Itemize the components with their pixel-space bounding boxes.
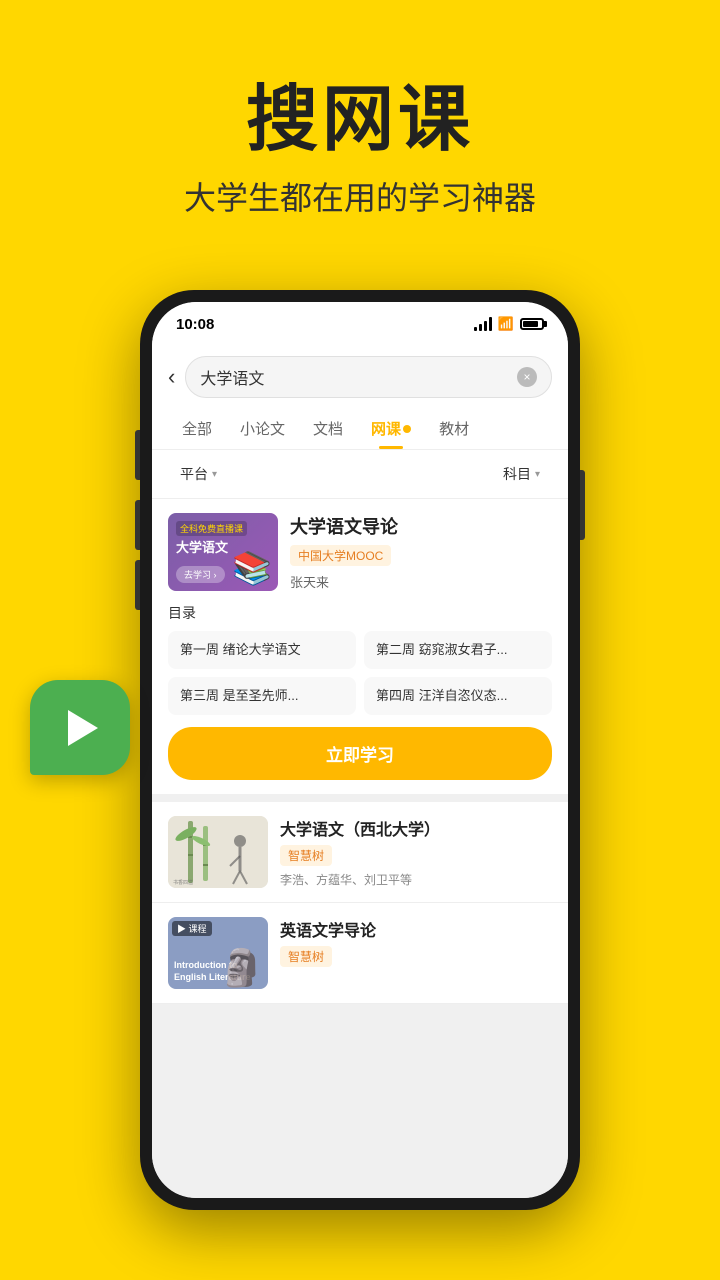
course-1-thumbnail[interactable]: 全科免费直播课 大学语文 去学习 › 📚 <box>168 513 278 591</box>
tab-bar: 全部 小论文 文档 网课 教材 <box>152 408 568 450</box>
toc-item-1[interactable]: 第一周 绪论大学语文 <box>168 631 356 669</box>
toc-item-2[interactable]: 第二周 窈窕淑女君子... <box>364 631 552 669</box>
search-box[interactable]: 大学语文 × <box>185 356 552 398</box>
tab-textbook[interactable]: 教材 <box>425 408 483 449</box>
course-1-title: 大学语文导论 <box>290 513 552 539</box>
tab-online-course[interactable]: 网课 <box>357 408 425 449</box>
course-item-2: 书香四溢 大学语文（西北大学） 智慧树 李浩、方蕴华、刘卫平等 <box>152 802 568 903</box>
course-2-platform[interactable]: 智慧树 <box>280 845 332 866</box>
course-1-author: 张天来 <box>290 572 552 591</box>
course-1-info: 大学语文导论 中国大学MOOC 张天来 <box>290 513 552 591</box>
toc-grid: 第一周 绪论大学语文 第二周 窈窕淑女君子... 第三周 是至圣先师... 第四… <box>168 631 552 715</box>
thumb-book-icon: 📚 <box>232 549 272 587</box>
status-icons: 📶 <box>474 316 544 332</box>
platform-filter[interactable]: 平台 ▾ <box>168 458 229 490</box>
subject-dropdown-icon: ▾ <box>535 469 540 480</box>
course-2-title: 大学语文（西北大学） <box>280 816 552 840</box>
wifi-icon: 📶 <box>498 316 514 332</box>
back-button[interactable]: ‹ <box>168 364 175 390</box>
thumb-badge-1: 全科免费直播课 <box>176 521 247 536</box>
course-item-3: ▶ 课程 Introduction toEnglish Literature 🗿… <box>152 903 568 1004</box>
status-bar: 10:08 📶 <box>152 302 568 346</box>
tab-document[interactable]: 文档 <box>299 408 357 449</box>
search-area: ‹ 大学语文 × <box>152 346 568 408</box>
course-2-thumbnail[interactable]: 书香四溢 <box>168 816 268 888</box>
clear-button[interactable]: × <box>517 367 537 387</box>
thumb-title-1: 大学语文 <box>176 540 228 557</box>
course-card-1: 全科免费直播课 大学语文 去学习 › 📚 大学语文导论 中国大学MOOC <box>152 499 568 794</box>
svg-text:书香四溢: 书香四溢 <box>173 879 193 886</box>
tab-essay[interactable]: 小论文 <box>226 408 299 449</box>
platform-dropdown-icon: ▾ <box>212 469 217 480</box>
thumb-cta-1: 去学习 › <box>176 566 225 583</box>
thumb-play-badge: ▶ 课程 <box>172 921 212 936</box>
course-2-author: 李浩、方蕴华、刘卫平等 <box>280 871 552 888</box>
status-time: 10:08 <box>176 316 214 333</box>
search-query: 大学语文 <box>200 365 509 389</box>
study-now-button[interactable]: 立即学习 <box>168 727 552 780</box>
course-3-info: 英语文学导论 智慧树 <box>280 917 552 989</box>
tab-active-badge <box>403 425 411 433</box>
battery-icon <box>520 318 544 330</box>
float-play-button[interactable] <box>30 680 130 775</box>
course-2-info: 大学语文（西北大学） 智慧树 李浩、方蕴华、刘卫平等 <box>280 816 552 888</box>
subject-filter[interactable]: 科目 ▾ <box>491 458 552 490</box>
statue-icon: 🗿 <box>219 947 264 989</box>
play-icon <box>68 710 98 746</box>
course-3-platform[interactable]: 智慧树 <box>280 946 332 967</box>
toc-item-3[interactable]: 第三周 是至圣先师... <box>168 677 356 715</box>
platform-label: 平台 <box>180 464 208 484</box>
course-1-platform[interactable]: 中国大学MOOC <box>290 545 391 566</box>
filter-row: 平台 ▾ 科目 ▾ <box>152 450 568 499</box>
app-title: 搜网课 <box>0 60 720 165</box>
toc-label: 目录 <box>168 603 552 623</box>
content-area: 全科免费直播课 大学语文 去学习 › 📚 大学语文导论 中国大学MOOC <box>152 499 568 1198</box>
signal-icon <box>474 317 492 331</box>
tab-all[interactable]: 全部 <box>168 408 226 449</box>
course-3-thumbnail[interactable]: ▶ 课程 Introduction toEnglish Literature 🗿 <box>168 917 268 989</box>
app-subtitle: 大学生都在用的学习神器 <box>0 173 720 219</box>
course-3-title: 英语文学导论 <box>280 917 552 941</box>
subject-label: 科目 <box>503 464 531 484</box>
toc-item-4[interactable]: 第四周 汪洋自恣仪态... <box>364 677 552 715</box>
